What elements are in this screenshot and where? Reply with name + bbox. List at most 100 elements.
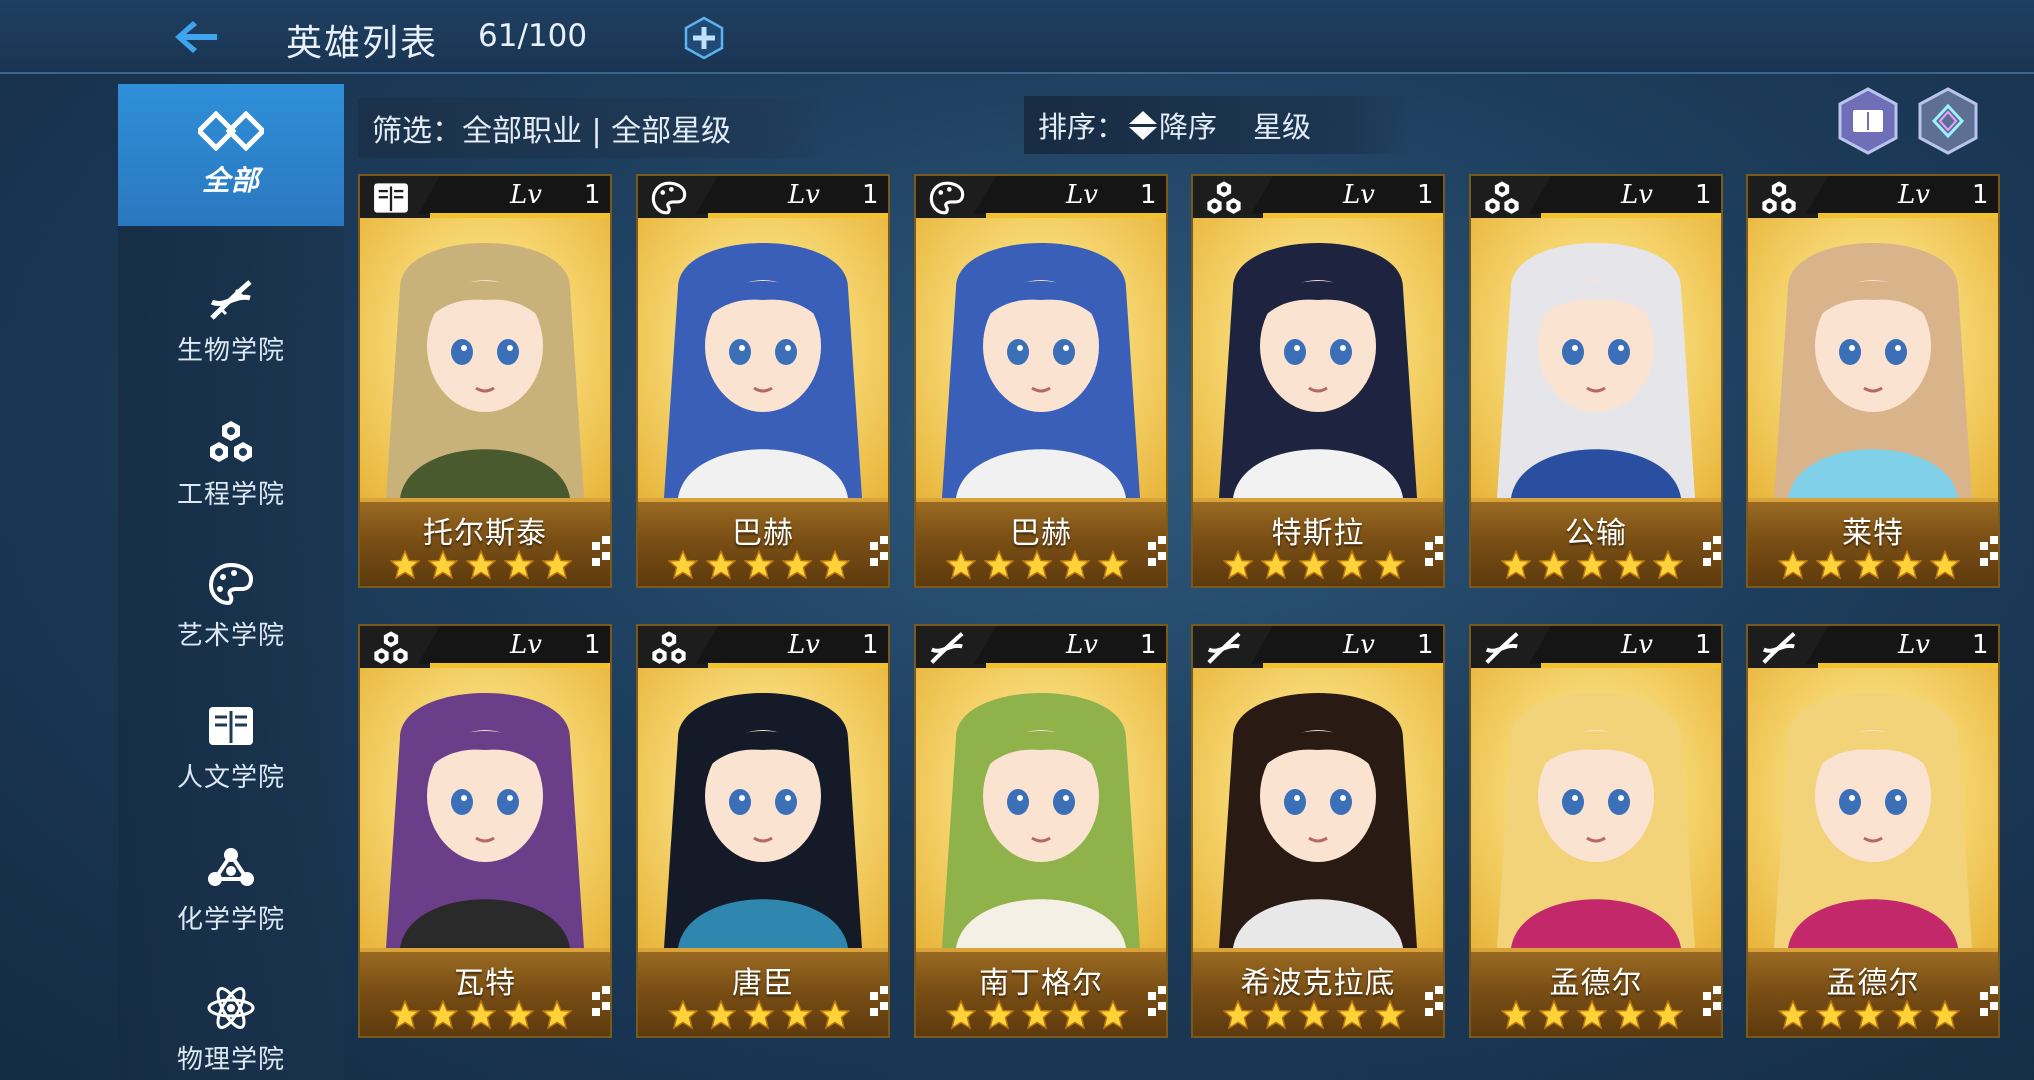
back-arrow-icon bbox=[175, 21, 217, 53]
hero-card[interactable]: Lv 1 瓦特 bbox=[360, 626, 610, 1036]
star-icon bbox=[945, 999, 977, 1032]
hero-card[interactable]: Lv 1 巴赫 bbox=[638, 176, 888, 586]
star-icon bbox=[389, 549, 421, 582]
hero-card[interactable]: Lv 1 巴赫 bbox=[916, 176, 1166, 586]
top-bar: 英雄列表 61/100 bbox=[0, 0, 2034, 74]
hero-card[interactable]: Lv 1 希波克拉底 bbox=[1193, 626, 1443, 1036]
gear-cluster-icon bbox=[1199, 178, 1249, 218]
star-icon bbox=[541, 549, 573, 582]
sort-label: 排序： bbox=[1038, 110, 1126, 144]
star-icon bbox=[945, 549, 977, 582]
hero-portrait bbox=[916, 218, 1166, 498]
sidebar-item-biology[interactable]: 生物学院 bbox=[118, 252, 344, 392]
sidebar-item-engineering[interactable]: 工程学院 bbox=[118, 394, 344, 534]
hero-name: 莱特 bbox=[1842, 516, 1904, 551]
filter-bar[interactable]: 筛选：全部职业 | 全部星级 bbox=[358, 98, 828, 158]
star-icon bbox=[1374, 549, 1406, 582]
sort-field-button[interactable]: 星级 bbox=[1253, 104, 1311, 146]
card-header: Lv 1 bbox=[1471, 626, 1721, 668]
star-icon bbox=[1336, 549, 1368, 582]
star-icon bbox=[427, 999, 459, 1032]
star-icon bbox=[427, 549, 459, 582]
level-value: 1 bbox=[1140, 180, 1157, 210]
level-label: Lv bbox=[1066, 180, 1098, 210]
corner-checker-icon bbox=[1980, 986, 1998, 1016]
hero-name: 孟德尔 bbox=[1549, 966, 1643, 1001]
card-header: Lv 1 bbox=[916, 176, 1166, 218]
sidebar-item-art[interactable]: 艺术学院 bbox=[118, 536, 344, 676]
star-rating bbox=[389, 999, 573, 1032]
star-icon bbox=[1021, 999, 1053, 1032]
star-icon bbox=[1336, 999, 1368, 1032]
book-icon bbox=[209, 706, 253, 745]
card-header: Lv 1 bbox=[1748, 626, 1998, 668]
star-icon bbox=[1853, 999, 1885, 1032]
palette-icon bbox=[922, 178, 972, 218]
star-icon bbox=[1538, 549, 1570, 582]
gallery-button[interactable] bbox=[1916, 86, 1980, 156]
star-icon bbox=[1652, 999, 1684, 1032]
hero-portrait bbox=[360, 218, 610, 498]
codex-button[interactable] bbox=[1836, 86, 1900, 156]
star-icon bbox=[1222, 999, 1254, 1032]
level-label: Lv bbox=[1621, 630, 1653, 660]
level-label: Lv bbox=[510, 180, 542, 210]
star-icon bbox=[705, 999, 737, 1032]
gear-cluster-icon bbox=[644, 628, 694, 668]
star-rating bbox=[389, 549, 573, 582]
hero-portrait bbox=[638, 218, 888, 498]
card-header: Lv 1 bbox=[1193, 626, 1443, 668]
hero-portrait bbox=[1471, 668, 1721, 948]
add-slot-button[interactable] bbox=[682, 16, 726, 60]
plus-icon bbox=[684, 16, 724, 60]
star-icon bbox=[705, 549, 737, 582]
card-header: Lv 1 bbox=[1748, 176, 1998, 218]
hero-name: 孟德尔 bbox=[1826, 966, 1920, 1001]
hero-card[interactable]: Lv 1 托尔斯泰 bbox=[360, 176, 610, 586]
hero-card[interactable]: Lv 1 公输 bbox=[1471, 176, 1721, 586]
sidebar-item-all[interactable]: 全部 bbox=[118, 84, 344, 226]
star-icon bbox=[389, 999, 421, 1032]
sort-order-button[interactable]: 降序 bbox=[1159, 104, 1217, 146]
sidebar-item-chemistry[interactable]: 化学学院 bbox=[118, 820, 344, 960]
page-title: 英雄列表 bbox=[286, 23, 439, 64]
star-icon bbox=[1097, 999, 1129, 1032]
name-plate: 巴赫 bbox=[638, 498, 888, 586]
hero-card[interactable]: Lv 1 南丁格尔 bbox=[916, 626, 1166, 1036]
hero-card[interactable]: Lv 1 孟德尔 bbox=[1471, 626, 1721, 1036]
star-rating bbox=[1777, 549, 1961, 582]
star-icon bbox=[1500, 549, 1532, 582]
star-icon bbox=[1538, 999, 1570, 1032]
star-icon bbox=[1777, 999, 1809, 1032]
dna-icon bbox=[1199, 628, 1249, 668]
hero-card[interactable]: Lv 1 唐臣 bbox=[638, 626, 888, 1036]
hero-card[interactable]: Lv 1 特斯拉 bbox=[1193, 176, 1443, 586]
star-rating bbox=[667, 999, 851, 1032]
star-icon bbox=[1891, 549, 1923, 582]
sidebar-item-label: 生物学院 bbox=[176, 335, 285, 366]
name-plate: 巴赫 bbox=[916, 498, 1166, 586]
hero-card[interactable]: Lv 1 莱特 bbox=[1748, 176, 1998, 586]
star-icon bbox=[781, 999, 813, 1032]
hero-name: 瓦特 bbox=[454, 966, 516, 1001]
name-plate: 唐臣 bbox=[638, 948, 888, 1036]
card-header: Lv 1 bbox=[638, 626, 888, 668]
gear-cluster-icon bbox=[1754, 178, 1804, 218]
hero-portrait bbox=[916, 668, 1166, 948]
sidebar-item-humanities[interactable]: 人文学院 bbox=[118, 678, 344, 818]
star-icon bbox=[667, 999, 699, 1032]
back-button[interactable] bbox=[168, 12, 224, 62]
star-icon bbox=[1891, 999, 1923, 1032]
name-plate: 希波克拉底 bbox=[1193, 948, 1443, 1036]
sidebar-item-physics[interactable]: 物理学院 bbox=[118, 960, 344, 1080]
palette-icon bbox=[208, 562, 254, 605]
star-icon bbox=[743, 999, 775, 1032]
star-rating bbox=[1222, 549, 1406, 582]
book-hex-icon bbox=[1838, 87, 1898, 155]
sort-toggle-icon[interactable] bbox=[1129, 110, 1158, 140]
level-value: 1 bbox=[1695, 630, 1712, 660]
name-plate: 孟德尔 bbox=[1748, 948, 1998, 1036]
star-icon bbox=[819, 999, 851, 1032]
hero-card[interactable]: Lv 1 孟德尔 bbox=[1748, 626, 1998, 1036]
dna-icon bbox=[210, 279, 252, 320]
